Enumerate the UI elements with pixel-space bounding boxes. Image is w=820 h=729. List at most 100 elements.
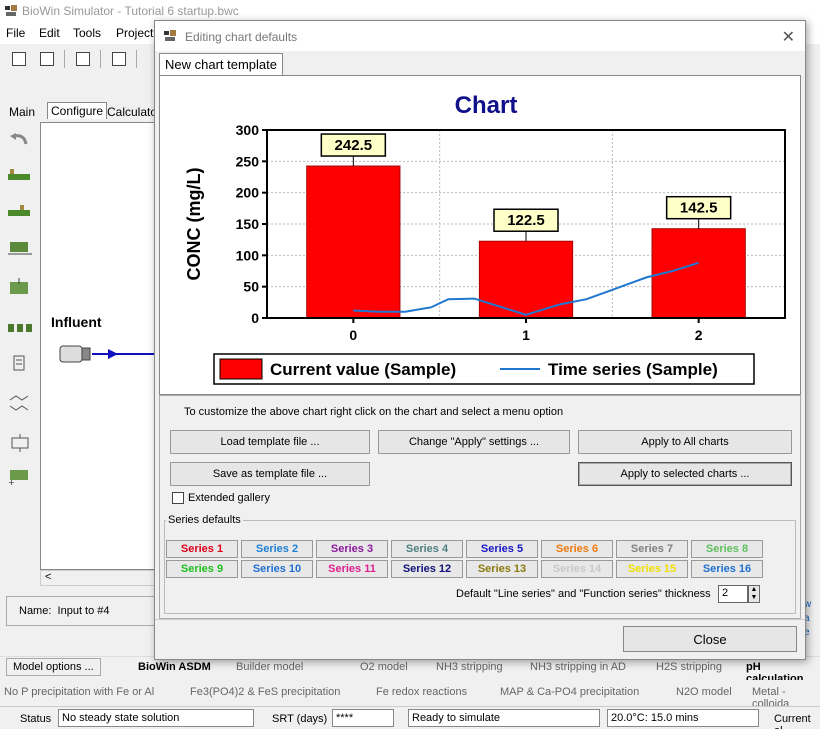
pipe-icon[interactable] bbox=[6, 434, 34, 452]
model-options-button[interactable]: Model options ... bbox=[6, 658, 101, 676]
canvas-hscrollbar[interactable]: < bbox=[40, 570, 160, 586]
menu-edit[interactable]: Edit bbox=[39, 26, 60, 40]
tab-configure[interactable]: Configure bbox=[47, 102, 108, 119]
tab-new-chart-template[interactable]: New chart template bbox=[159, 53, 283, 75]
chart-defaults-dialog: Editing chart defaults ✕ New chart templ… bbox=[154, 20, 806, 660]
influent-icon[interactable] bbox=[58, 340, 158, 368]
series-color-2[interactable]: Series 2 bbox=[241, 540, 313, 558]
extended-gallery-label: Extended gallery bbox=[188, 492, 270, 504]
series-color-13[interactable]: Series 13 bbox=[466, 560, 538, 578]
biowin-app-icon bbox=[5, 5, 17, 16]
tab-n2o-model[interactable]: N2O model bbox=[676, 686, 732, 698]
tab-fe-redox[interactable]: Fe redox reactions bbox=[376, 686, 467, 698]
name-caption: Name: bbox=[19, 605, 52, 617]
toolbar-separator bbox=[136, 50, 137, 68]
spin-up-icon[interactable]: ▲ bbox=[749, 586, 759, 594]
undo-icon[interactable] bbox=[6, 132, 34, 150]
scroll-left-icon[interactable]: < bbox=[45, 571, 51, 583]
chart-svg[interactable]: Chart CONC (mg/L) 0 50 100 150 200 250 300 242.5 1… bbox=[160, 76, 800, 394]
dialog-app-icon bbox=[164, 30, 176, 41]
srt-label: SRT (days) bbox=[272, 713, 328, 725]
y-tick-label: 0 bbox=[251, 310, 259, 326]
dialog-titlebar[interactable]: Editing chart defaults ✕ bbox=[155, 21, 805, 51]
apply-selected-charts-button[interactable]: Apply to selected charts ... bbox=[578, 462, 792, 486]
ready-status-field: Ready to simulate bbox=[408, 709, 600, 727]
new-file-icon[interactable] bbox=[12, 52, 26, 66]
print-icon[interactable] bbox=[112, 52, 126, 66]
chart-settings-panel: To customize the above chart right click… bbox=[159, 395, 801, 619]
series-color-10[interactable]: Series 10 bbox=[241, 560, 313, 578]
x-tick-label: 1 bbox=[522, 327, 530, 343]
tab-nh3-stripping-ad[interactable]: NH3 stripping in AD bbox=[530, 661, 626, 673]
current-label: Current al bbox=[774, 713, 811, 729]
data-label: 122.5 bbox=[507, 212, 545, 229]
tab-o2-model[interactable]: O2 model bbox=[360, 661, 408, 673]
name-label: Name: Input to #4 bbox=[19, 605, 110, 617]
series-color-12[interactable]: Series 12 bbox=[391, 560, 463, 578]
tab-biowin-asdm[interactable]: BioWin ASDM bbox=[138, 661, 211, 673]
srt-value-field: **** bbox=[332, 709, 394, 727]
spin-down-icon[interactable]: ▼ bbox=[749, 594, 759, 602]
splitter-icon[interactable] bbox=[6, 318, 34, 336]
tab-builder-model[interactable]: Builder model bbox=[236, 661, 303, 673]
status-bar: Status No steady state solution SRT (day… bbox=[0, 706, 820, 729]
menu-tools[interactable]: Tools bbox=[73, 26, 101, 40]
series-color-1[interactable]: Series 1 bbox=[166, 540, 238, 558]
series-color-4[interactable]: Series 4 bbox=[391, 540, 463, 558]
legend-label-time-series: Time series (Sample) bbox=[548, 360, 718, 379]
thickness-spinner[interactable]: ▲ ▼ bbox=[748, 585, 760, 603]
y-axis-label: CONC (mg/L) bbox=[184, 168, 204, 281]
bioreactor-icon[interactable] bbox=[6, 166, 34, 184]
extended-gallery-checkbox[interactable] bbox=[172, 492, 184, 504]
series-color-7[interactable]: Series 7 bbox=[616, 540, 688, 558]
tab-map-precipitation[interactable]: MAP & Ca-PO4 precipitation bbox=[500, 686, 639, 698]
settler-icon[interactable] bbox=[6, 240, 34, 258]
y-tick-label: 50 bbox=[243, 279, 259, 295]
x-tick-label: 2 bbox=[695, 327, 703, 343]
status-label: Status bbox=[20, 713, 52, 725]
series-color-5[interactable]: Series 5 bbox=[466, 540, 538, 558]
main-titlebar: BioWin Simulator - Tutorial 6 startup.bw… bbox=[0, 0, 820, 22]
series-color-8[interactable]: Series 8 bbox=[691, 540, 763, 558]
series-color-15[interactable]: Series 15 bbox=[616, 560, 688, 578]
close-button[interactable]: Close bbox=[623, 626, 797, 652]
separator-icon[interactable] bbox=[6, 394, 34, 412]
dialog-title: Editing chart defaults bbox=[185, 30, 298, 44]
menu-file[interactable]: File bbox=[6, 26, 25, 40]
apply-all-charts-button[interactable]: Apply to All charts bbox=[578, 430, 792, 454]
tab-fe-precipitation[interactable]: Fe3(PO4)2 & FeS precipitation bbox=[190, 686, 340, 698]
digester-icon[interactable]: + bbox=[6, 468, 34, 486]
clarifier-icon[interactable] bbox=[6, 278, 34, 296]
toolbar-separator bbox=[64, 50, 65, 68]
series-color-3[interactable]: Series 3 bbox=[316, 540, 388, 558]
status-state-field: No steady state solution bbox=[58, 709, 254, 727]
thickness-label: Default "Line series" and "Function seri… bbox=[456, 588, 711, 600]
series-color-14[interactable]: Series 14 bbox=[541, 560, 613, 578]
chart-preview[interactable]: Chart CONC (mg/L) 0 50 100 150 200 250 300 242.5 1… bbox=[159, 75, 801, 395]
tab-h2s-stripping[interactable]: H2S stripping bbox=[656, 661, 722, 673]
save-template-button[interactable]: Save as template file ... bbox=[170, 462, 370, 486]
change-apply-settings-button[interactable]: Change "Apply" settings ... bbox=[378, 430, 570, 454]
tab-no-p-precipitation[interactable]: No P precipitation with Fe or Al bbox=[4, 686, 154, 698]
menu-project[interactable]: Project bbox=[116, 26, 153, 40]
series-color-16[interactable]: Series 16 bbox=[691, 560, 763, 578]
bar-0 bbox=[306, 165, 401, 319]
bar-1 bbox=[478, 240, 574, 319]
tab-nh3-stripping[interactable]: NH3 stripping bbox=[436, 661, 503, 673]
series-color-9[interactable]: Series 9 bbox=[166, 560, 238, 578]
series-color-6[interactable]: Series 6 bbox=[541, 540, 613, 558]
main-toolbar bbox=[0, 44, 160, 74]
x-tick-label: 0 bbox=[349, 327, 357, 343]
tab-main[interactable]: Main bbox=[6, 104, 38, 120]
open-file-icon[interactable] bbox=[40, 52, 54, 66]
series-color-11[interactable]: Series 11 bbox=[316, 560, 388, 578]
close-icon[interactable]: ✕ bbox=[782, 27, 795, 47]
bioreactor-series-icon[interactable] bbox=[6, 202, 34, 220]
thickness-input[interactable]: 2 bbox=[718, 585, 748, 603]
copy-icon[interactable] bbox=[76, 52, 90, 66]
y-tick-label: 100 bbox=[236, 247, 260, 263]
load-template-button[interactable]: Load template file ... bbox=[170, 430, 370, 454]
y-tick-label: 250 bbox=[236, 153, 260, 169]
data-label: 242.5 bbox=[335, 137, 373, 154]
mixer-icon[interactable] bbox=[6, 354, 34, 372]
